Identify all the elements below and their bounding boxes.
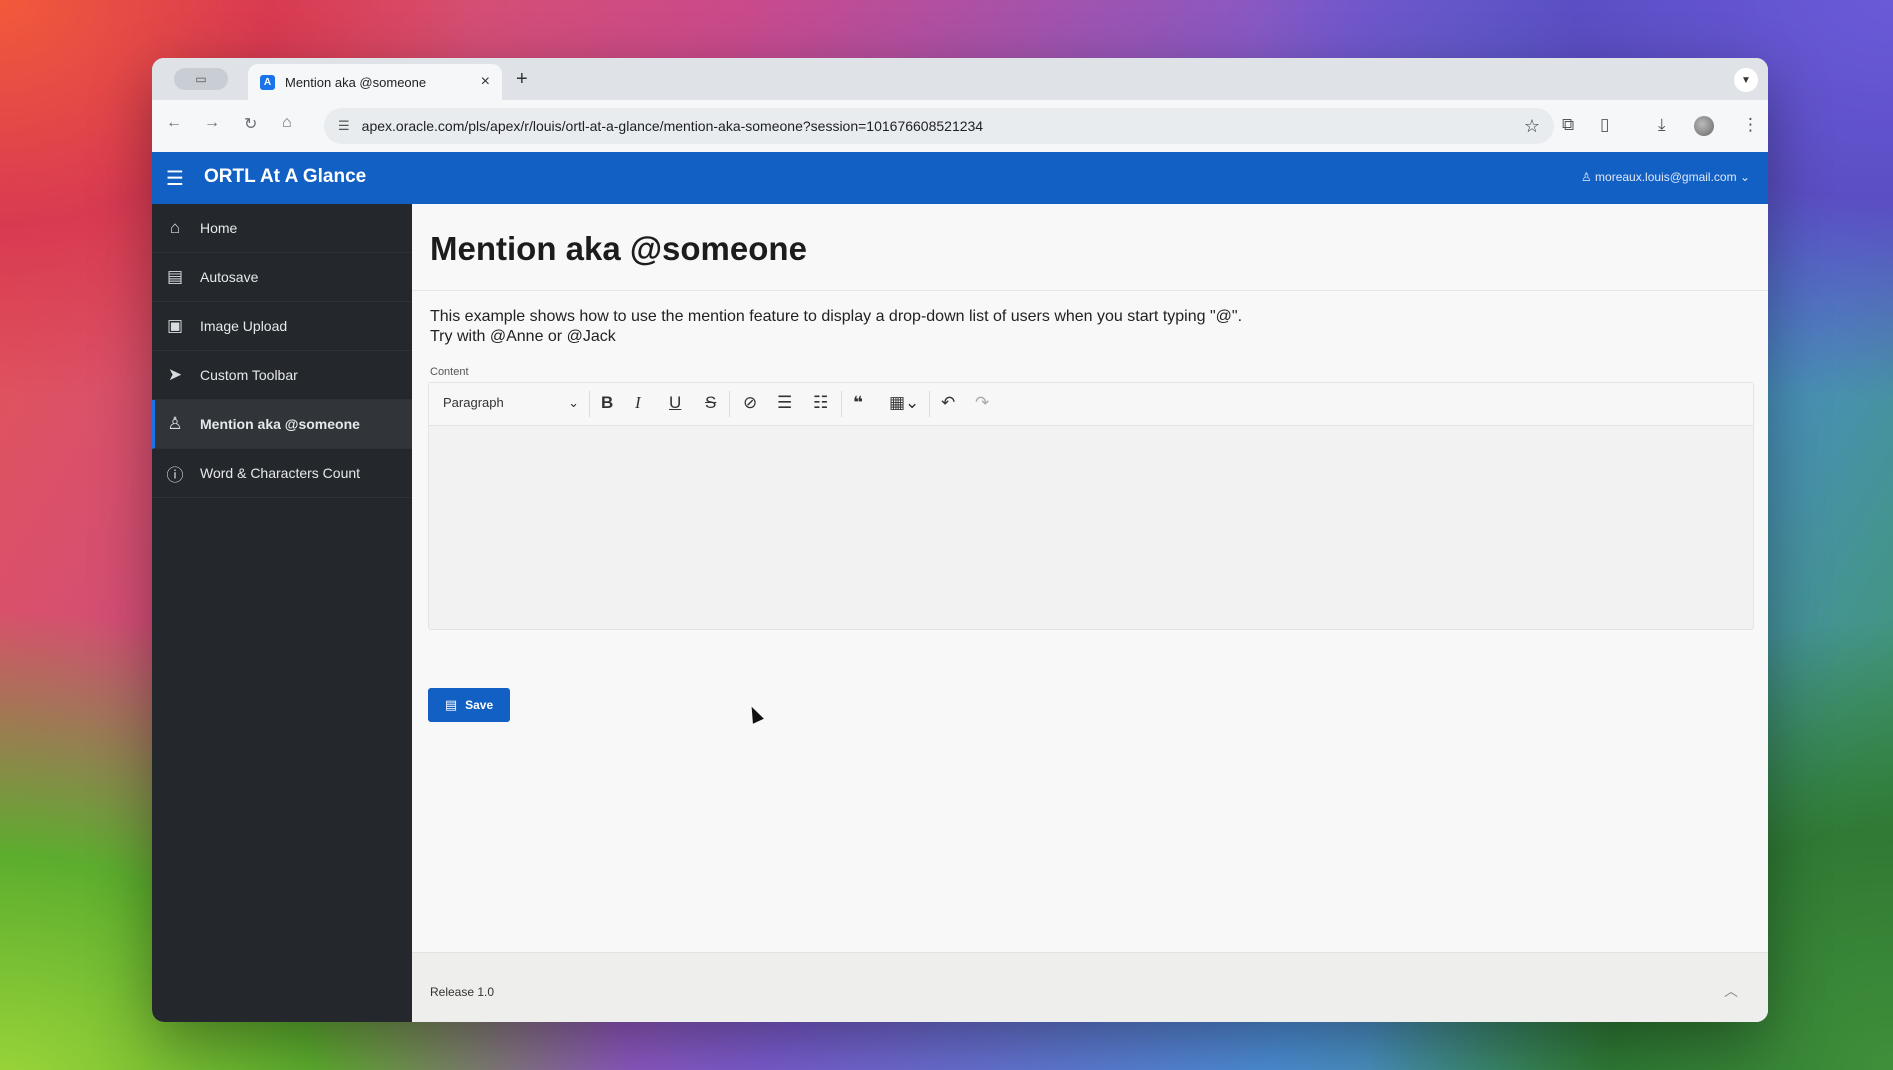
puzzle-icon[interactable]: ▯ xyxy=(1600,115,1609,135)
save-icon: ▤ xyxy=(166,267,184,286)
block-format-select[interactable]: Paragraph ⌄ xyxy=(443,395,579,411)
sidebar-item-home[interactable]: ⌂ Home xyxy=(152,204,412,253)
chevron-down-icon: ⌄ xyxy=(568,395,579,410)
bookmark-star-icon[interactable]: ☆ xyxy=(1524,116,1540,137)
content-field-label: Content xyxy=(430,366,469,378)
tab-close-icon[interactable]: × xyxy=(481,73,490,91)
profile-avatar[interactable] xyxy=(1694,116,1714,136)
user-icon: ♙ xyxy=(1580,170,1596,184)
new-tab-button[interactable]: + xyxy=(516,68,528,91)
url-text[interactable]: apex.oracle.com/pls/apex/r/louis/ortl-at… xyxy=(362,118,1524,134)
page-footer: Release 1.0 ︿ xyxy=(412,952,1768,1022)
main-content: Mention aka @someone This example shows … xyxy=(412,204,1768,1022)
toolbar-separator xyxy=(589,391,590,417)
info-circle-icon: ⓘ xyxy=(166,465,184,485)
user-menu[interactable]: ♙ moreaux.louis@gmail.com ⌄ xyxy=(1581,170,1750,184)
home-browser-icon[interactable]: ⌂ xyxy=(282,114,292,132)
toolbar-separator xyxy=(841,391,842,417)
extension-icon[interactable]: ⧉ xyxy=(1562,115,1574,135)
app-title[interactable]: ORTL At A Glance xyxy=(204,166,366,188)
bulleted-list-icon[interactable]: ☰ xyxy=(777,393,792,413)
undo-icon[interactable]: ↶ xyxy=(941,393,955,413)
strikethrough-icon[interactable]: S xyxy=(705,393,716,413)
sidebar-item-autosave[interactable]: ▤ Autosave xyxy=(152,253,412,302)
sidebar-item-label: Word & Characters Count xyxy=(200,465,361,481)
image-icon: ▣ xyxy=(166,316,184,335)
sidebar-item-label: Autosave xyxy=(200,269,259,285)
underline-icon[interactable]: U xyxy=(669,393,681,413)
toolbar-separator xyxy=(929,391,930,417)
block-format-value: Paragraph xyxy=(443,395,504,410)
address-bar[interactable]: ☰ apex.oracle.com/pls/apex/r/louis/ortl-… xyxy=(324,108,1554,144)
browser-toolbar: ← → ↻ ⌂ ☰ apex.oracle.com/pls/apex/r/lou… xyxy=(152,100,1768,152)
link-icon[interactable]: ⊘ xyxy=(743,393,757,413)
sidebar-item-custom-toolbar[interactable]: ➤ Custom Toolbar xyxy=(152,351,412,400)
reload-icon[interactable]: ↻ xyxy=(244,114,257,134)
tab-strip: ▭ A Mention aka @someone × + ▼ xyxy=(152,58,1768,100)
toolbar-separator xyxy=(729,391,730,417)
save-button[interactable]: ▤ Save xyxy=(428,688,510,722)
divider xyxy=(412,290,1768,291)
favicon-icon: A xyxy=(260,74,275,90)
page-title: Mention aka @someone xyxy=(430,230,807,267)
browser-window: ▭ A Mention aka @someone × + ▼ ← → ↻ ⌂ ☰… xyxy=(152,58,1768,1022)
browser-menu-icon[interactable]: ⋮ xyxy=(1742,115,1759,135)
user-email: moreaux.louis@gmail.com xyxy=(1595,170,1737,184)
sidebar-item-label: Home xyxy=(200,220,238,236)
bold-icon[interactable]: B xyxy=(601,393,613,413)
numbered-list-icon[interactable]: ☷ xyxy=(813,393,828,413)
scroll-to-top-icon[interactable]: ︿ xyxy=(1724,981,1738,1001)
sidebar-item-word-count[interactable]: ⓘ Word & Characters Count xyxy=(152,449,412,498)
description-text: This example shows how to use the mentio… xyxy=(430,308,1243,325)
site-info-icon[interactable]: ☰ xyxy=(338,118,350,134)
italic-icon[interactable]: I xyxy=(635,393,641,413)
pointer-icon: ➤ xyxy=(167,365,183,384)
download-icon[interactable]: ⤓ xyxy=(1658,115,1666,135)
sidebar-item-mention[interactable]: ♙ Mention aka @someone xyxy=(152,400,412,449)
redo-icon[interactable]: ↷ xyxy=(975,393,989,413)
back-icon[interactable]: ← xyxy=(166,114,182,132)
tab-title: Mention aka @someone xyxy=(285,74,427,90)
sidebar-item-label: Mention aka @someone xyxy=(200,416,360,432)
browser-tab[interactable]: A Mention aka @someone × xyxy=(248,64,502,100)
editor-content-area[interactable] xyxy=(429,426,1753,629)
editor-toolbar: Paragraph ⌄ B I U S ⊘ ☰ ☷ ❝ ▦⌄ ↶ ↷ xyxy=(429,383,1753,426)
forward-icon[interactable]: → xyxy=(204,114,220,132)
blockquote-icon[interactable]: ❝ xyxy=(853,393,863,413)
tab-list-dropdown-icon[interactable]: ▼ xyxy=(1734,68,1758,92)
rich-text-editor: Paragraph ⌄ B I U S ⊘ ☰ ☷ ❝ ▦⌄ ↶ ↷ xyxy=(428,382,1754,630)
app-header: ☰ ORTL At A Glance ♙ moreaux.louis@gmail… xyxy=(152,152,1768,204)
sidebar-item-image-upload[interactable]: ▣ Image Upload xyxy=(152,302,412,351)
save-button-label: Save xyxy=(465,698,494,712)
floppy-disk-icon: ▤ xyxy=(444,697,458,712)
table-icon[interactable]: ▦⌄ xyxy=(889,393,919,413)
chevron-down-icon: ⌄ xyxy=(1739,170,1750,184)
tab-search-button[interactable]: ▭ xyxy=(174,68,228,90)
description-hint: Try with @Anne or @Jack xyxy=(430,328,616,345)
home-icon: ⌂ xyxy=(169,218,181,237)
user-icon: ♙ xyxy=(167,414,183,433)
side-navigation: ⌂ Home ▤ Autosave ▣ Image Upload ➤ Custo… xyxy=(152,204,412,1022)
release-text: Release 1.0 xyxy=(430,985,495,999)
hamburger-menu-icon[interactable]: ☰ xyxy=(166,166,184,191)
sidebar-item-label: Image Upload xyxy=(200,318,288,334)
sidebar-item-label: Custom Toolbar xyxy=(200,367,298,383)
